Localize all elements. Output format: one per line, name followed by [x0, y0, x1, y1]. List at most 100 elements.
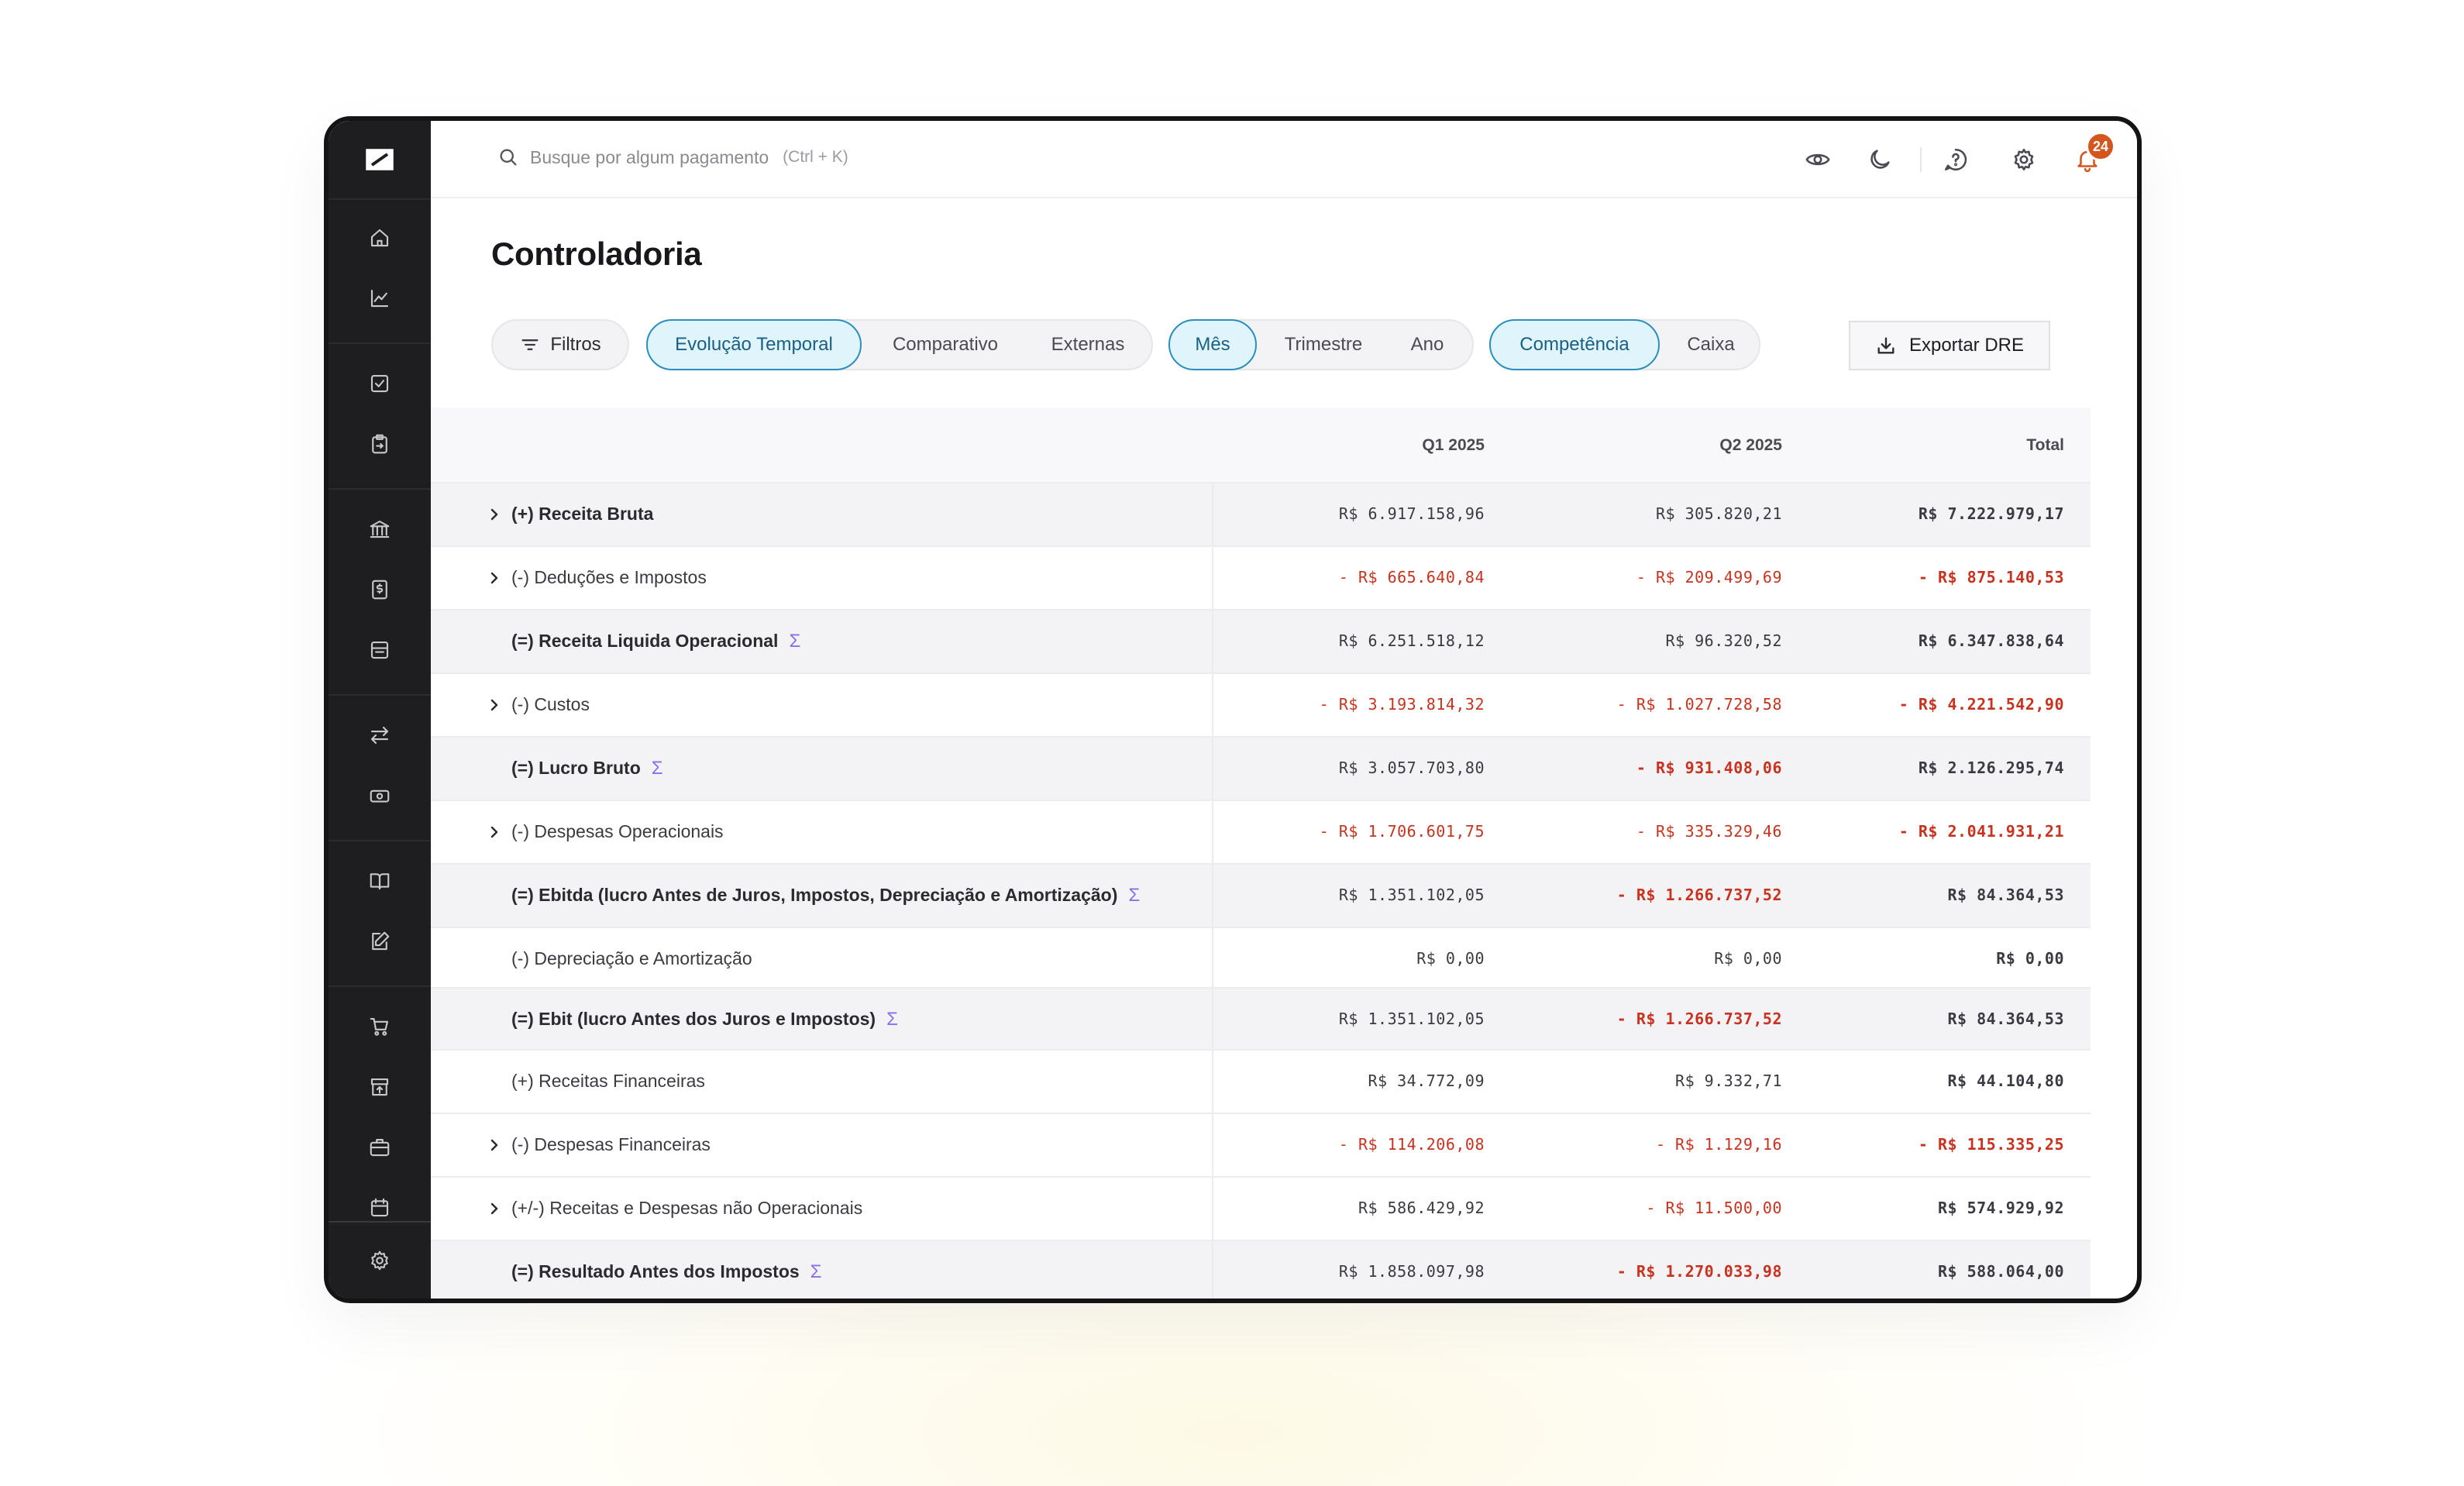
- moon-icon: [1870, 150, 1890, 169]
- table-row: (-) Depreciação e Amortização R$ 0,00 R$ 0…: [431, 927, 2091, 987]
- table-row[interactable]: (+) Receita Bruta R$ 6.917.158,96 R$ 305.8…: [431, 482, 2091, 545]
- task-icon: [370, 374, 389, 393]
- sigma-icon: Σ: [1128, 885, 1141, 906]
- sidebar-item-transfers[interactable]: [329, 708, 431, 762]
- sidebar-item-bank[interactable]: [329, 502, 431, 556]
- sidebar-item-purchases[interactable]: [329, 999, 431, 1054]
- cell-total: R$ 7.222.979,17: [1918, 504, 2064, 523]
- row-label: (=) Ebit (lucro Antes dos Juros e Impost…: [511, 1009, 898, 1030]
- view-tabs: Evolução Temporal Comparativo Externas: [646, 319, 1153, 370]
- search-bar[interactable]: Busque por algum pagamento (Ctrl + K): [497, 146, 848, 168]
- cell-total: R$ 2.126.295,74: [1918, 758, 2064, 777]
- table-row[interactable]: (+/-) Receitas e Despesas não Operaciona…: [431, 1176, 2091, 1240]
- gear-icon: [2014, 148, 2034, 171]
- export-dre-button[interactable]: Exportar DRE: [1849, 321, 2050, 370]
- filters-button[interactable]: Filtros: [491, 319, 629, 370]
- chevron-right-icon[interactable]: [485, 1136, 504, 1154]
- row-label: (+/-) Receitas e Despesas não Operaciona…: [511, 1198, 863, 1218]
- table-row[interactable]: (-) Deduções e Impostos - R$ 665.640,84 - …: [431, 545, 2091, 609]
- edit-icon: [372, 931, 390, 951]
- table-row[interactable]: (-) Despesas Operacionais - R$ 1.706.601,…: [431, 800, 2091, 863]
- cell-total: R$ 84.364,53: [1947, 1010, 2064, 1028]
- cart-icon: [370, 1017, 389, 1036]
- sidebar-item-inbox[interactable]: [329, 623, 431, 677]
- search-icon: [500, 149, 517, 166]
- logo[interactable]: [329, 121, 431, 200]
- tab-competencia[interactable]: Competência: [1489, 319, 1660, 370]
- cell-total: R$ 588.064,00: [1937, 1262, 2064, 1281]
- cell-total: R$ 0,00: [1996, 949, 2064, 968]
- chevron-right-icon[interactable]: [485, 1199, 504, 1218]
- sidebar-item-tasks[interactable]: [329, 356, 431, 411]
- search-shortcut: (Ctrl + K): [783, 148, 848, 166]
- briefcase-icon: [370, 1138, 390, 1157]
- settings-button[interactable]: [2008, 144, 2039, 175]
- sidebar-item-settings[interactable]: [329, 1221, 431, 1299]
- row-label: (-) Despesas Financeiras: [511, 1134, 711, 1154]
- chevron-right-icon[interactable]: [485, 823, 504, 841]
- table-body: (+) Receita Bruta R$ 6.917.158,96 R$ 305.8…: [431, 482, 2091, 1299]
- cell-total: R$ 6.347.838,64: [1918, 631, 2064, 650]
- cell-total: - R$ 875.140,53: [1918, 568, 2064, 586]
- sidebar-item-reports[interactable]: [329, 854, 431, 908]
- row-label: (=) Resultado Antes dos Impostos Σ: [511, 1261, 822, 1282]
- sidebar-item-home[interactable]: [329, 211, 431, 265]
- tab-caixa[interactable]: Caixa: [1664, 319, 1757, 370]
- cell-q1: R$ 6.251.518,12: [1338, 631, 1485, 650]
- cell-total: - R$ 4.221.542,90: [1898, 695, 2064, 714]
- cell-total: - R$ 2.041.931,21: [1898, 822, 2064, 841]
- cell-q2: - R$ 1.270.033,98: [1616, 1262, 1782, 1281]
- table-row: (=) Receita Liquida Operacional Σ R$ 6.251…: [431, 609, 2091, 672]
- visibility-toggle[interactable]: [1802, 144, 1833, 175]
- sigma-icon: Σ: [651, 758, 663, 779]
- store-icon: [370, 1078, 389, 1096]
- table-row: (=) Lucro Bruto Σ R$ 3.057.703,80 - R$ 931.…: [431, 736, 2091, 800]
- notification-badge: 24: [2086, 132, 2115, 161]
- cell-q1: R$ 586.429,92: [1358, 1199, 1485, 1217]
- row-label: (-) Depreciação e Amortização: [511, 948, 752, 968]
- cell-total: R$ 84.364,53: [1947, 886, 2064, 904]
- cell-q1: R$ 34.772,09: [1368, 1072, 1485, 1090]
- sidebar-item-dashboard[interactable]: [329, 271, 431, 325]
- sigma-icon: Σ: [886, 1009, 898, 1030]
- cell-q2: R$ 0,00: [1714, 949, 1782, 968]
- cell-q2: R$ 305.820,21: [1655, 504, 1782, 523]
- sidebar-item-notes[interactable]: [329, 914, 431, 968]
- eye-icon: [1805, 153, 1830, 166]
- tab-mes[interactable]: Mês: [1168, 319, 1257, 370]
- sidebar-item-requests[interactable]: [329, 417, 431, 471]
- sidebar-item-invoices[interactable]: [329, 562, 431, 617]
- filter-icon: [521, 339, 539, 350]
- cell-q1: R$ 1.351.102,05: [1338, 886, 1485, 904]
- tab-comparativo[interactable]: Comparativo: [868, 319, 1023, 370]
- export-label: Exportar DRE: [1908, 335, 2025, 356]
- cell-q2: - R$ 11.500,00: [1646, 1199, 1782, 1217]
- sidebar-item-cash[interactable]: [329, 769, 431, 823]
- cell-q1: R$ 3.057.703,80: [1338, 758, 1485, 777]
- cell-total: - R$ 115.335,25: [1918, 1135, 2064, 1154]
- settings-icon: [371, 1250, 388, 1271]
- page-title: Controladoria: [491, 236, 702, 272]
- chevron-right-icon[interactable]: [485, 505, 504, 524]
- cell-q2: R$ 9.332,71: [1675, 1072, 1782, 1090]
- row-label: (=) Lucro Bruto Σ: [511, 758, 663, 779]
- chevron-right-icon[interactable]: [485, 569, 504, 587]
- table-row[interactable]: (-) Despesas Financeiras - R$ 114.206,08 -…: [431, 1113, 2091, 1176]
- column-header-total: Total: [2026, 436, 2064, 454]
- column-header-q2: Q2 2025: [1719, 436, 1782, 454]
- cell-q2: - R$ 931.408,06: [1636, 758, 1782, 777]
- cell-q2: R$ 96.320,52: [1665, 631, 1782, 650]
- sidebar-item-portfolio[interactable]: [329, 1120, 431, 1175]
- sidebar-item-store[interactable]: [329, 1060, 431, 1114]
- chevron-right-icon[interactable]: [485, 696, 504, 714]
- tab-externas[interactable]: Externas: [1026, 319, 1150, 370]
- tab-evolucao-temporal[interactable]: Evolução Temporal: [646, 319, 862, 370]
- column-header-q1: Q1 2025: [1422, 436, 1485, 454]
- tab-ano[interactable]: Ano: [1389, 319, 1466, 370]
- help-button[interactable]: [1940, 144, 1971, 175]
- logo-icon: [366, 149, 394, 170]
- tab-trimestre[interactable]: Trimestre: [1263, 319, 1384, 370]
- sidebar: [329, 121, 431, 1299]
- dark-mode-toggle[interactable]: [1864, 144, 1895, 175]
- table-row[interactable]: (-) Custos - R$ 3.193.814,32 - R$ 1.027.72…: [431, 672, 2091, 736]
